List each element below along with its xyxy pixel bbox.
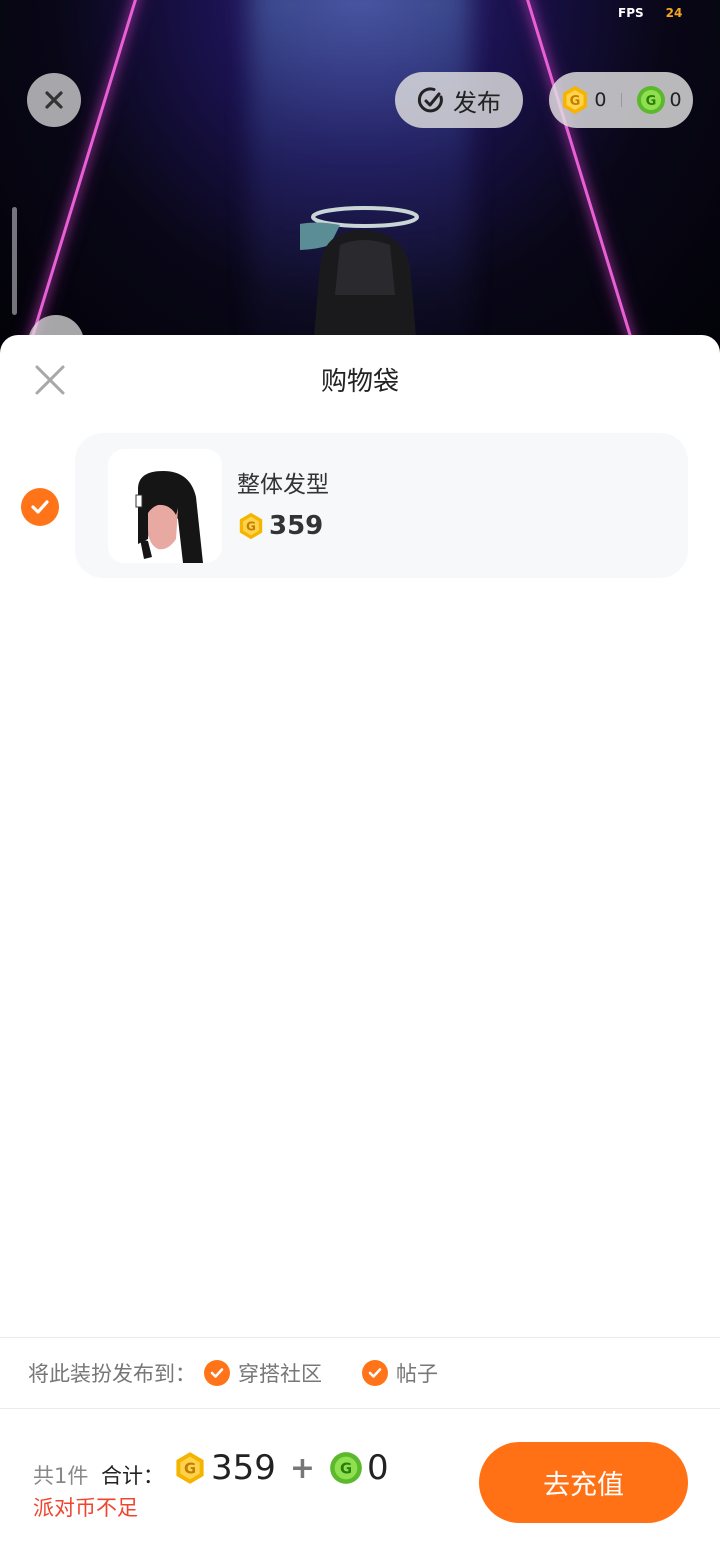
publish-icon (417, 87, 443, 113)
avatar-stage: FPS 24 发布 G 0 G 0 (0, 0, 720, 360)
svg-text:G: G (246, 520, 256, 534)
total-label: 合计： (101, 1464, 164, 1488)
item-price-value: 359 (269, 511, 324, 541)
gold-coin-icon: G (176, 1452, 204, 1484)
publish-option-community[interactable]: 穿搭社区 (204, 1358, 322, 1388)
sheet-title: 购物袋 (320, 367, 399, 397)
gold-coin-count: 0 (594, 89, 607, 111)
publish-to-row: 将此装扮发布到： 穿搭社区 帖子 (0, 1337, 720, 1409)
green-coin-icon: G (330, 1452, 362, 1484)
publish-to-label: 将此装扮发布到： (28, 1362, 196, 1386)
close-icon (45, 91, 63, 109)
exit-button[interactable] (27, 73, 81, 127)
divider (620, 93, 622, 107)
coin-balance[interactable]: G 0 G 0 (549, 72, 693, 128)
neon-line-right (520, 0, 646, 360)
svg-text:G: G (184, 1461, 196, 1478)
plus-sign: + (289, 1450, 316, 1486)
recharge-button[interactable]: 去充值 (479, 1442, 688, 1523)
green-coin-count: 0 (669, 89, 682, 111)
publish-option-label: 穿搭社区 (238, 1362, 322, 1386)
fps-counter: FPS 24 (618, 6, 682, 20)
green-coin-icon: G (636, 86, 665, 114)
svg-text:G: G (340, 1461, 352, 1478)
item-count: 共1件 (33, 1464, 89, 1488)
item-thumbnail (108, 449, 222, 563)
publish-button[interactable]: 发布 (395, 72, 523, 128)
fps-label: FPS (618, 6, 644, 20)
zoom-slider[interactable] (12, 207, 17, 315)
item-select-checkbox[interactable] (21, 488, 59, 526)
gold-coin-icon: G (239, 512, 263, 540)
publish-option-post[interactable]: 帖子 (362, 1358, 438, 1388)
item-price: G 359 (237, 511, 323, 541)
check-icon (362, 1360, 388, 1386)
fps-value: 24 (665, 6, 683, 20)
neon-line-left (17, 0, 143, 360)
insufficient-balance-warning: 派对币不足 (33, 1496, 138, 1520)
checkout-footer: 共1件 合计： G 359 + G 0 派对币不足 去充值 (0, 1408, 720, 1560)
check-icon (31, 500, 49, 514)
publish-option-label: 帖子 (396, 1362, 438, 1386)
green-total: 0 (367, 1448, 389, 1488)
hairstyle-icon (135, 471, 203, 563)
total-amount: G 359 + G 0 (173, 1448, 389, 1488)
gold-total: 359 (211, 1448, 276, 1488)
shopping-bag-sheet: 购物袋 整体发型 G 359 将此装扮发布到： 穿搭社区 帖子 共1件 合计： … (0, 335, 720, 1560)
gold-coin-icon: G (563, 86, 588, 114)
check-icon (204, 1360, 230, 1386)
cart-item[interactable]: 整体发型 G 359 (75, 433, 688, 578)
svg-text:G: G (645, 94, 656, 109)
publish-label: 发布 (453, 88, 501, 117)
item-name: 整体发型 (237, 472, 329, 498)
svg-text:G: G (570, 94, 581, 109)
